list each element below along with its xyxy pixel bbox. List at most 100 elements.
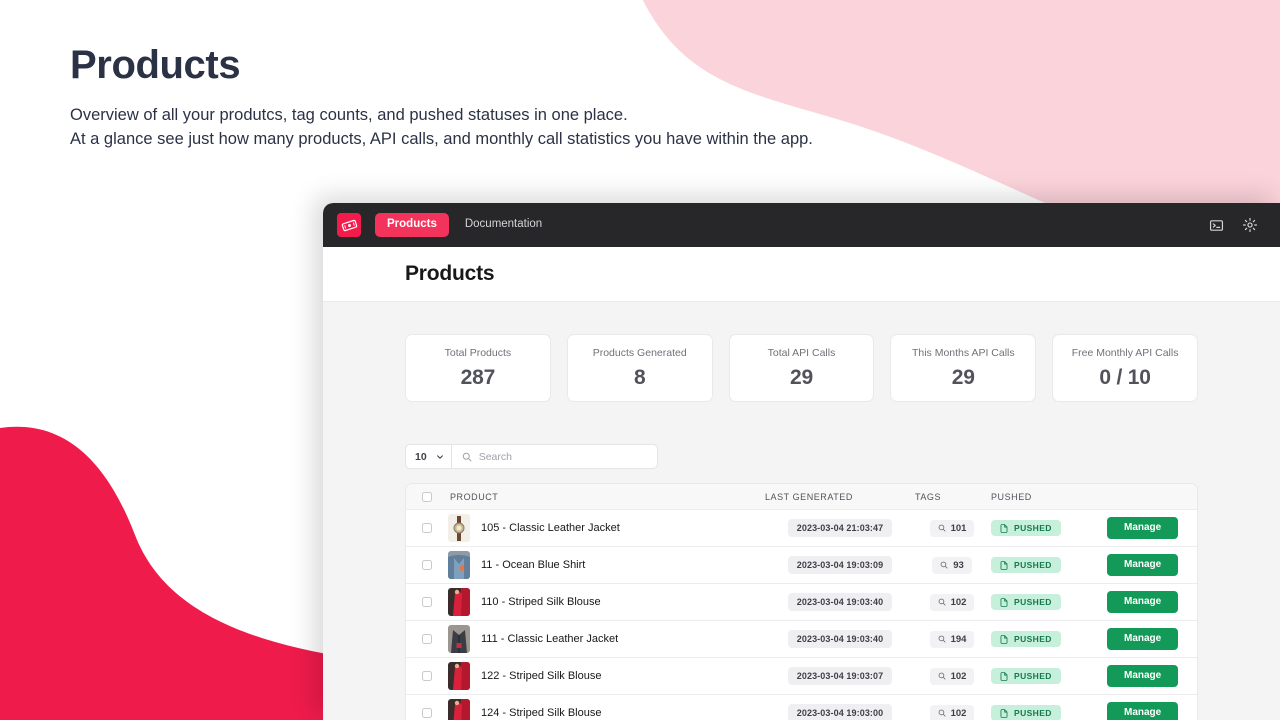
pushed-cell: PUSHED xyxy=(989,594,1107,610)
tags-cell: 102 xyxy=(915,667,989,685)
thumbnail-grey-jacket-image xyxy=(448,625,470,653)
tag-count-pill[interactable]: 194 xyxy=(929,630,975,648)
row-checkbox[interactable] xyxy=(406,560,448,570)
status-label: PUSHED xyxy=(1014,523,1052,533)
search-input[interactable]: Search xyxy=(452,445,657,468)
product-thumbnail xyxy=(448,551,470,579)
product-name: 110 - Striped Silk Blouse xyxy=(481,596,601,608)
hero-section: Products Overview of all your produtcs, … xyxy=(70,42,813,152)
column-header-last-generated[interactable]: LAST GENERATED xyxy=(765,492,915,502)
column-header-product[interactable]: PRODUCT xyxy=(448,492,765,502)
table-row[interactable]: 122 - Striped Silk Blouse 2023-03-04 19:… xyxy=(406,658,1197,695)
app-window: Products Documentation Products Total Pr… xyxy=(323,203,1280,720)
thumbnail-blue-shirt-image xyxy=(448,551,470,579)
date-pill: 2023-03-04 21:03:47 xyxy=(787,519,893,537)
status-badge: PUSHED xyxy=(991,631,1061,647)
last-generated-cell: 2023-03-04 19:03:07 xyxy=(765,667,915,685)
table-row[interactable]: 110 - Striped Silk Blouse 2023-03-04 19:… xyxy=(406,584,1197,621)
page-title: Products xyxy=(405,262,495,285)
stat-card-total-api-calls: Total API Calls 29 xyxy=(728,334,875,402)
tag-logo-glyph xyxy=(341,219,357,231)
tags-cell: 194 xyxy=(915,630,989,648)
hero-subtitle: Overview of all your produtcs, tag count… xyxy=(70,104,813,152)
actions-cell: Manage xyxy=(1107,591,1197,613)
row-checkbox[interactable] xyxy=(406,634,448,644)
gear-glyph xyxy=(1242,217,1258,233)
date-pill: 2023-03-04 19:03:07 xyxy=(787,667,893,685)
row-checkbox[interactable] xyxy=(406,597,448,607)
search-icon xyxy=(462,452,472,462)
tag-count-pill[interactable]: 102 xyxy=(929,667,975,685)
tag-count-value: 102 xyxy=(950,670,967,682)
status-label: PUSHED xyxy=(1014,597,1052,607)
status-badge: PUSHED xyxy=(991,668,1061,684)
page-root: Products Overview of all your produtcs, … xyxy=(0,0,1280,720)
checkbox-box xyxy=(422,671,432,681)
search-icon xyxy=(938,598,946,606)
actions-cell: Manage xyxy=(1107,554,1197,576)
last-generated-cell: 2023-03-04 19:03:40 xyxy=(765,593,915,611)
last-generated-cell: 2023-03-04 19:03:40 xyxy=(765,630,915,648)
status-badge: PUSHED xyxy=(991,705,1061,720)
page-size-select[interactable]: 10 xyxy=(406,445,452,468)
row-checkbox[interactable] xyxy=(406,708,448,718)
column-header-tags[interactable]: TAGS xyxy=(915,492,989,502)
table-header-row: PRODUCT LAST GENERATED TAGS PUSHED xyxy=(406,484,1197,510)
search-placeholder: Search xyxy=(478,450,512,463)
tag-logo-icon[interactable] xyxy=(337,213,361,237)
tag-count-pill[interactable]: 93 xyxy=(932,556,972,574)
actions-cell: Manage xyxy=(1107,628,1197,650)
tag-count-pill[interactable]: 102 xyxy=(929,593,975,611)
tag-count-value: 102 xyxy=(950,596,967,608)
manage-button[interactable]: Manage xyxy=(1107,665,1179,687)
tags-cell: 102 xyxy=(915,593,989,611)
table-row[interactable]: 105 - Classic Leather Jacket 2023-03-04 … xyxy=(406,510,1197,547)
tag-count-value: 101 xyxy=(950,522,967,534)
column-header-pushed[interactable]: PUSHED xyxy=(989,492,1107,502)
thumbnail-red-dress-image xyxy=(448,699,470,720)
tag-count-value: 93 xyxy=(953,559,964,571)
tag-count-pill[interactable]: 102 xyxy=(929,704,975,720)
pushed-cell: PUSHED xyxy=(989,557,1107,573)
stat-label: Total Products xyxy=(444,346,512,359)
date-pill: 2023-03-04 19:03:40 xyxy=(787,630,893,648)
stat-card-total-products: Total Products 287 xyxy=(405,334,551,402)
product-thumbnail xyxy=(448,662,470,690)
stat-card-products-generated: Products Generated 8 xyxy=(566,334,713,402)
manage-button[interactable]: Manage xyxy=(1107,554,1179,576)
checkbox-box xyxy=(422,560,432,570)
stats-row: Total Products 287 Products Generated 8 … xyxy=(405,334,1198,402)
nav-item-products[interactable]: Products xyxy=(375,213,449,237)
manage-button[interactable]: Manage xyxy=(1107,591,1179,613)
manage-button[interactable]: Manage xyxy=(1107,517,1179,539)
table-row[interactable]: 111 - Classic Leather Jacket 2023-03-04 … xyxy=(406,621,1197,658)
stat-value: 0 / 10 xyxy=(1099,365,1151,389)
search-icon xyxy=(938,635,946,643)
document-icon xyxy=(1000,634,1008,644)
status-label: PUSHED xyxy=(1014,708,1052,718)
stat-card-free-monthly-api-calls: Free Monthly API Calls 0 / 10 xyxy=(1052,334,1198,402)
checkbox-box xyxy=(422,597,432,607)
pushed-cell: PUSHED xyxy=(989,668,1107,684)
thumbnail-watch-image xyxy=(448,514,470,542)
product-name: 11 - Ocean Blue Shirt xyxy=(481,559,586,571)
status-label: PUSHED xyxy=(1014,634,1052,644)
nav-links: Products Documentation xyxy=(375,213,552,237)
select-all-checkbox[interactable] xyxy=(406,491,448,502)
manage-button[interactable]: Manage xyxy=(1107,702,1179,720)
gear-icon[interactable] xyxy=(1240,215,1260,235)
document-icon xyxy=(1000,523,1008,533)
manage-button[interactable]: Manage xyxy=(1107,628,1179,650)
pushed-cell: PUSHED xyxy=(989,631,1107,647)
nav-item-documentation[interactable]: Documentation xyxy=(455,213,552,237)
checkbox-box xyxy=(422,708,432,718)
row-checkbox[interactable] xyxy=(406,523,448,533)
date-pill: 2023-03-04 19:03:40 xyxy=(787,593,893,611)
table-row[interactable]: 11 - Ocean Blue Shirt 2023-03-04 19:03:0… xyxy=(406,547,1197,584)
product-name: 105 - Classic Leather Jacket xyxy=(481,522,620,534)
row-checkbox[interactable] xyxy=(406,671,448,681)
table-row[interactable]: 124 - Striped Silk Blouse 2023-03-04 19:… xyxy=(406,695,1197,720)
page-size-value: 10 xyxy=(415,450,427,463)
tag-count-pill[interactable]: 101 xyxy=(929,519,975,537)
terminal-icon[interactable] xyxy=(1206,215,1226,235)
